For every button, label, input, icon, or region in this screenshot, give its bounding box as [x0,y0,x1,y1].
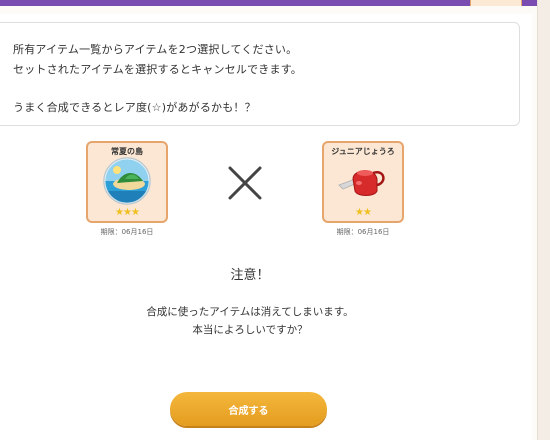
watering-can-icon [338,170,385,196]
notice-line: 合成に使ったアイテムは消えてしまいます。 [146,306,354,318]
times-icon [228,166,262,200]
header-tab[interactable] [470,0,522,6]
instruction-line: セットされたアイテムを選択するとキャンセルできます。 [13,63,302,76]
instruction-line: 所有アイテム一覧からアイテムを2つ選択してください。 [13,43,298,56]
item-slot-1[interactable]: 常夏の島 ★★★ [86,141,168,223]
synthesize-button[interactable]: 合成する [170,392,327,426]
scrollbar[interactable] [537,0,550,440]
notice-title: 注意！ [230,268,270,283]
top-header-bar [0,0,550,6]
item-expiry: 期限：06月16日 [336,228,390,236]
item-slot-2[interactable]: ジュニアじょうろ ★★ [322,141,404,223]
item-expiry: 期限：06月16日 [100,228,154,236]
item-name: ジュニアじょうろ [331,147,395,156]
item-name: 常夏の島 [111,147,143,156]
notice-line: 本当によろしいですか？ [192,324,308,336]
item-rarity-stars: ★★ [355,207,372,218]
item-rarity-stars: ★★★ [115,207,140,218]
instructions-box: 所有アイテム一覧からアイテムを2つ選択してください。 セットされたアイテムを選択… [0,22,520,126]
tropical-island-icon [103,157,151,205]
instruction-line: うまく合成できるとレア度(☆)があがるかも！？ [13,101,256,114]
